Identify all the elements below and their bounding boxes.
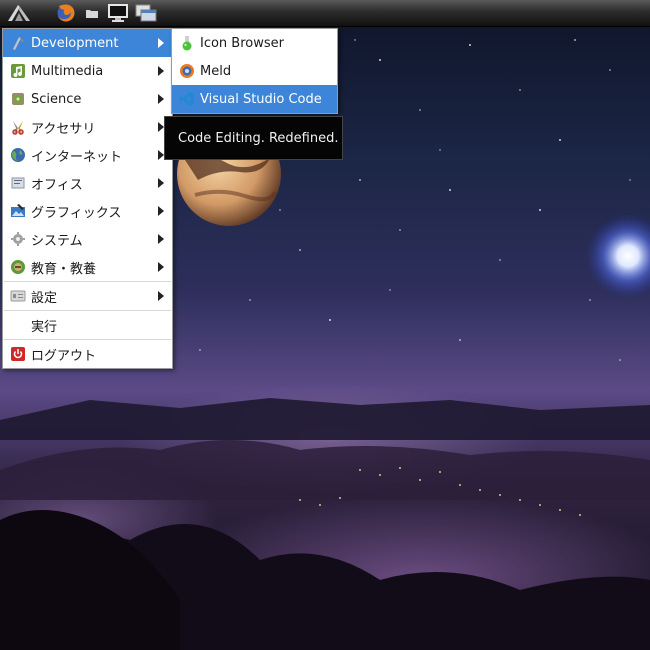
menu-item-logout[interactable]: ログアウト [3, 340, 172, 368]
submenu-arrow-icon [158, 262, 164, 272]
menu-item-label: Icon Browser [200, 35, 284, 51]
menu-item-settings[interactable]: 設定 [3, 282, 172, 310]
education-icon [10, 259, 26, 275]
settings-icon [10, 288, 26, 304]
windows-icon [135, 4, 157, 22]
submenu-arrow-icon [158, 291, 164, 301]
menu-item-run[interactable]: 実行 [3, 311, 172, 339]
vscode-icon [179, 91, 195, 107]
submenu-arrow-icon [158, 206, 164, 216]
icon-browser-icon [179, 35, 195, 51]
submenu-arrow-icon [158, 234, 164, 244]
menu-item-label: Science [31, 91, 82, 107]
tooltip-text: Code Editing. Redefined. [178, 130, 339, 146]
submenu-arrow-icon [158, 94, 164, 104]
terminal-launcher[interactable] [106, 2, 130, 24]
accessories-icon [10, 119, 26, 135]
menu-item-internet[interactable]: インターネット [3, 141, 172, 169]
menu-item-visual-studio-code[interactable]: Visual Studio Code [172, 85, 337, 113]
menu-item-label: グラフィックス [31, 205, 122, 221]
development-icon [10, 35, 26, 51]
monitor-icon [108, 4, 128, 22]
run-blank-icon [10, 317, 26, 333]
office-icon [10, 175, 26, 191]
menu-item-accessories[interactable]: アクセサリ [3, 113, 172, 141]
submenu-arrow-icon [158, 38, 164, 48]
multimedia-icon [10, 63, 26, 79]
menu-item-multimedia[interactable]: Multimedia [3, 57, 172, 85]
lxde-logo-icon [8, 5, 30, 21]
meld-icon [179, 63, 195, 79]
firefox-launcher[interactable] [54, 2, 78, 24]
folder-icon [86, 10, 98, 18]
menu-item-graphics[interactable]: グラフィックス [3, 197, 172, 225]
internet-icon [10, 147, 26, 163]
start-menu-button[interactable] [4, 2, 34, 24]
menu-item-icon-browser[interactable]: Icon Browser [172, 29, 337, 57]
submenu-arrow-icon [158, 178, 164, 188]
menu-item-label: 設定 [31, 290, 58, 306]
firefox-icon [57, 4, 75, 22]
desktop-switcher[interactable] [134, 2, 158, 24]
menu-item-label: システム [31, 233, 83, 249]
graphics-icon [10, 203, 26, 219]
menu-item-science[interactable]: Science [3, 85, 172, 113]
file-manager-launcher[interactable] [84, 2, 100, 24]
science-icon [10, 91, 26, 107]
menu-item-development[interactable]: Development [3, 29, 172, 57]
system-icon [10, 231, 26, 247]
menu-item-label: Visual Studio Code [200, 91, 322, 107]
menu-item-label: オフィス [31, 177, 83, 193]
top-panel [0, 0, 650, 27]
menu-item-label: Development [31, 35, 119, 51]
menu-item-label: アクセサリ [31, 121, 96, 137]
menu-item-label: Multimedia [31, 63, 104, 79]
menu-item-office[interactable]: オフィス [3, 169, 172, 197]
menu-item-education[interactable]: 教育・教養 [3, 253, 172, 281]
menu-item-label: 実行 [31, 319, 58, 335]
application-menu: Development Multimedia Science アクセサリ インタ… [2, 28, 173, 369]
menu-item-label: インターネット [31, 149, 123, 165]
submenu-arrow-icon [158, 66, 164, 76]
logout-icon [10, 346, 26, 362]
tooltip: Code Editing. Redefined. [164, 116, 343, 160]
menu-item-label: ログアウト [31, 348, 97, 364]
development-submenu: Icon Browser Meld Visual Studio Code [171, 28, 338, 114]
menu-item-system[interactable]: システム [3, 225, 172, 253]
menu-item-meld[interactable]: Meld [172, 57, 337, 85]
menu-item-label: Meld [200, 63, 232, 79]
menu-item-label: 教育・教養 [31, 261, 97, 277]
